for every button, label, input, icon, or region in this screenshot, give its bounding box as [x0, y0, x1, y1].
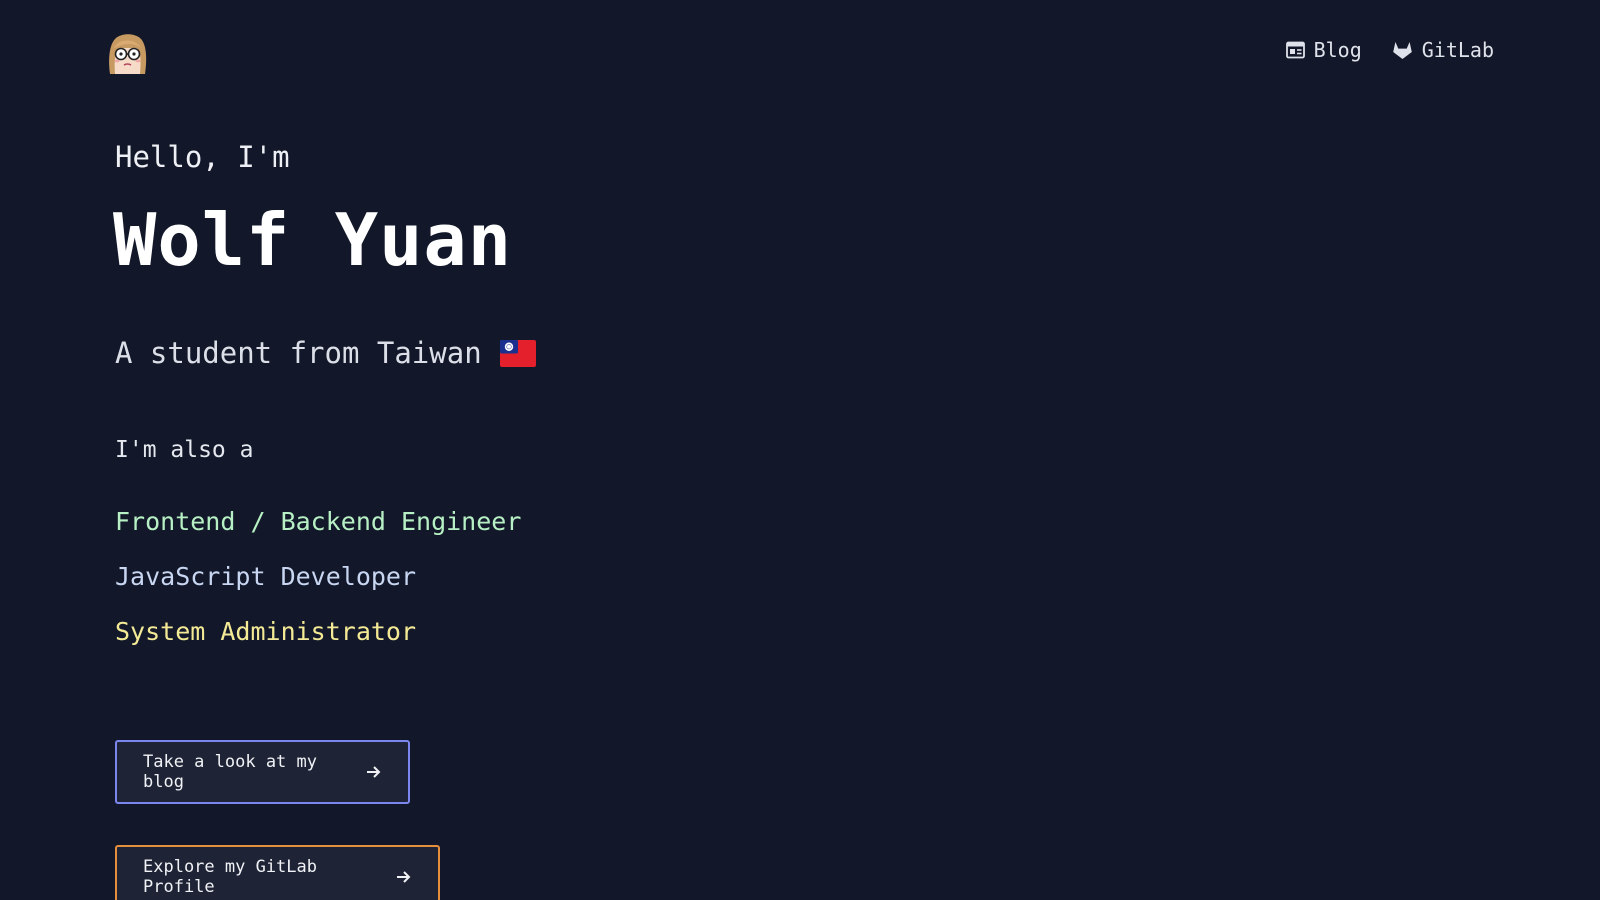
role-item: JavaScript Developer [115, 562, 417, 591]
role-item: Frontend / Backend Engineer [115, 507, 522, 536]
gitlab-icon [1392, 42, 1412, 59]
tagline-text: A student from Taiwan [115, 336, 482, 370]
page: Blog GitLab Hello, I'm Wolf Yuan A stude… [0, 0, 1600, 900]
nav-link-gitlab[interactable]: GitLab [1392, 38, 1494, 62]
avatar-icon[interactable] [104, 30, 150, 76]
also-label: I'm also a [115, 437, 254, 463]
greeting-text: Hello, I'm [115, 140, 290, 174]
blog-button-label: Take a look at my blog [143, 752, 317, 792]
arrow-right-icon [366, 765, 382, 779]
gitlab-profile-button-label: Explore my GitLab Profile [143, 857, 317, 897]
tagline: A student from Taiwan [115, 336, 536, 370]
hero-name: Wolf Yuan [113, 198, 513, 282]
nav-link-blog-label: Blog [1313, 38, 1362, 62]
gitlab-profile-button[interactable]: Explore my GitLab Profile [115, 845, 440, 900]
top-nav: Blog GitLab [1285, 38, 1494, 62]
taiwan-flag-icon [499, 339, 536, 367]
nav-link-gitlab-label: GitLab [1421, 38, 1494, 62]
newspaper-icon [1285, 41, 1305, 59]
arrow-right-icon [396, 870, 412, 884]
role-item: System Administrator [115, 617, 417, 646]
nav-link-blog[interactable]: Blog [1285, 38, 1362, 62]
blog-button[interactable]: Take a look at my blog [115, 740, 410, 804]
